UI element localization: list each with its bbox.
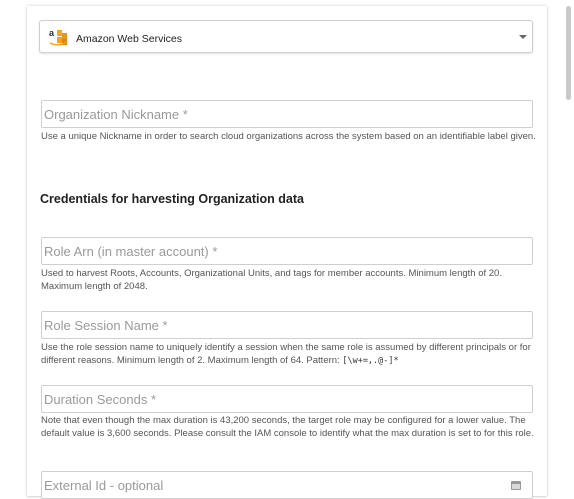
duration-seconds-placeholder: Duration Seconds * — [44, 392, 157, 407]
role-arn-placeholder: Role Arn (in master account) * — [44, 244, 218, 259]
calendar-icon[interactable] — [511, 481, 521, 490]
role-session-name-placeholder: Role Session Name * — [44, 318, 168, 333]
external-id-input[interactable]: External Id - optional — [41, 471, 533, 499]
organization-nickname-input[interactable]: Organization Nickname * — [41, 100, 533, 128]
role-session-name-help: Use the role session name to uniquely id… — [41, 341, 536, 368]
role-session-name-help-text: Use the role session name to uniquely id… — [41, 342, 531, 366]
role-arn-help: Used to harvest Roots, Accounts, Organiz… — [41, 268, 502, 292]
duration-seconds-input[interactable]: Duration Seconds * — [41, 385, 533, 413]
aws-logo-letter: a — [49, 28, 55, 38]
cloud-provider-select[interactable]: a Amazon Web Services — [39, 20, 533, 53]
cloud-provider-value: Amazon Web Services — [76, 33, 183, 45]
chevron-down-icon[interactable] — [519, 35, 527, 39]
role-arn-input[interactable]: Role Arn (in master account) * — [41, 237, 533, 265]
role-session-name-pattern: [\w+=,.@-]* — [342, 356, 399, 366]
organization-nickname-help: Use a unique Nickname in order to search… — [41, 131, 536, 142]
credentials-section-heading: Credentials for harvesting Organization … — [40, 192, 304, 206]
scrollbar-thumb[interactable] — [566, 6, 571, 100]
aws-logo-icon: a — [49, 28, 68, 46]
organization-nickname-placeholder: Organization Nickname * — [44, 107, 188, 122]
role-session-name-input[interactable]: Role Session Name * — [41, 311, 533, 339]
external-id-placeholder: External Id - optional — [44, 478, 164, 493]
duration-seconds-help: Note that even though the max duration i… — [41, 415, 534, 439]
